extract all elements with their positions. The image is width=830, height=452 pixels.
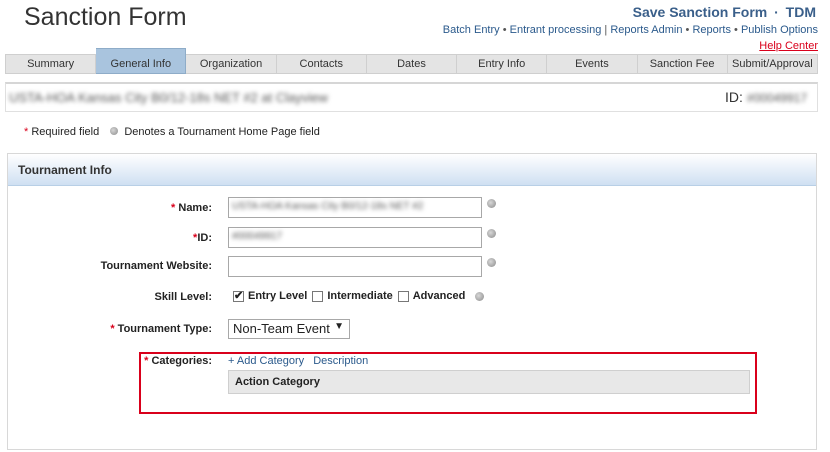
form-legend: * Required field Denotes a Tournament Ho… [24,126,320,138]
required-field-text: Required field [31,126,100,138]
tab-entry-info[interactable]: Entry Info [457,54,548,74]
tournament-type-label: * Tournament Type: [110,323,212,335]
publish-options-link[interactable]: Publish Options [741,24,818,36]
checkbox[interactable] [233,289,244,302]
add-category-link[interactable]: + Add Category [228,355,304,367]
required-asterisk: * [24,126,29,138]
tab-sanction-fee[interactable]: Sanction Fee [637,54,728,74]
id-field-label: *ID: [193,232,212,244]
page-title: Sanction Form [24,3,187,31]
reports-link[interactable]: Reports [692,24,731,36]
skill-option-intermediate[interactable]: Intermediate [312,290,393,302]
website-label: Tournament Website: [100,260,212,272]
tab-bar: Summary General Info Organization Contac… [5,48,818,74]
skill-level-options: Entry Level Intermediate Advanced [233,289,485,302]
panel-header: Tournament Info [8,154,816,186]
tournament-type-select[interactable]: Non-Team Event ▼ [228,319,350,339]
categories-label: * Categories: [144,355,212,367]
save-sanction-form-link[interactable]: Save Sanction Form [633,4,768,20]
admin-links: Batch Entry • Entrant processing | Repor… [442,24,818,36]
tournament-website-field[interactable] [228,256,482,277]
categories-actions: + Add Category Description [228,355,374,367]
homepage-field-icon [487,229,496,238]
tournament-info-bar: USTA-HOA Kansas City B0/12-18s NET #2 at… [5,82,818,112]
separator: · [774,4,779,20]
id-label: ID: [725,89,743,105]
tournament-id-display: ID: #00049917 [725,89,807,105]
skill-option-entry-level[interactable]: Entry Level [233,289,307,302]
checkbox[interactable] [397,290,409,302]
homepage-field-icon [475,291,485,301]
homepage-field-icon [110,127,119,136]
tournament-name: USTA-HOA Kansas City B0/12-18s NET #2 at… [9,90,328,105]
top-actions: Save Sanction Form · TDM [633,4,816,20]
homepage-field-icon [487,258,496,267]
tab-contacts[interactable]: Contacts [276,54,367,74]
entrant-processing-link[interactable]: Entrant processing [510,24,602,36]
categories-table-header: Action Category [228,370,750,394]
tab-organization[interactable]: Organization [186,54,277,74]
reports-admin-link[interactable]: Reports Admin [610,24,682,36]
id-field[interactable]: #00049917 [228,227,482,248]
tab-events[interactable]: Events [547,54,638,74]
id-value: #00049917 [746,91,807,105]
description-link[interactable]: Description [313,355,368,367]
homepage-field-text: Denotes a Tournament Home Page field [124,126,320,138]
tab-submit-approval[interactable]: Submit/Approval [727,54,818,74]
name-label: * Name: [171,202,212,214]
tdm-link[interactable]: TDM [786,4,816,20]
checkbox[interactable] [312,290,324,302]
skill-level-label: Skill Level: [154,291,212,303]
name-field[interactable]: USTA-HOA Kansas City B0/12-18s NET #2 [228,197,482,218]
skill-option-advanced[interactable]: Advanced [397,290,465,302]
tab-summary[interactable]: Summary [5,54,97,74]
batch-entry-link[interactable]: Batch Entry [443,24,500,36]
homepage-field-icon [487,199,496,208]
tab-dates[interactable]: Dates [366,54,458,74]
chevron-down-icon: ▼ [334,321,344,332]
tab-general-info[interactable]: General Info [96,48,187,74]
help-center-link[interactable]: Help Center [759,40,818,52]
